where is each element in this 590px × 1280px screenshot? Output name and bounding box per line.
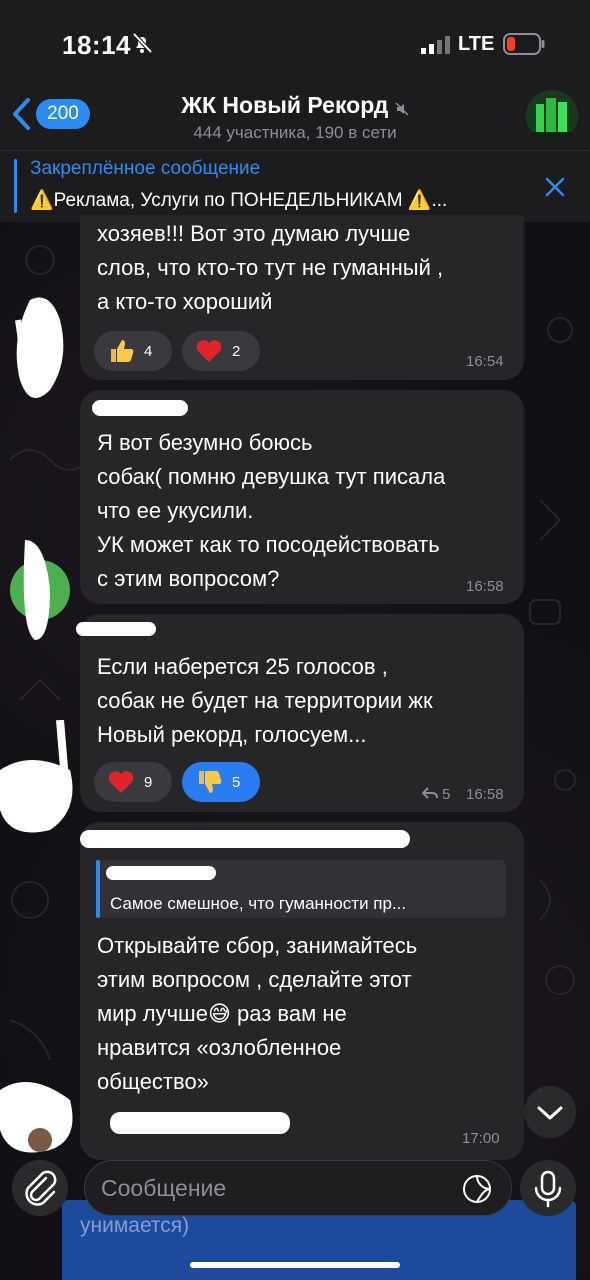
reaction-thumbs-up[interactable]: 4 <box>94 331 172 371</box>
chevron-down-icon <box>537 1106 563 1120</box>
message-time: 16:58 <box>466 578 504 595</box>
bell-off-icon <box>132 32 153 54</box>
pinned-message-bar[interactable]: Закреплённое сообщение ⚠️Реклама, Услуги… <box>0 150 590 222</box>
cell-signal-icon <box>421 36 450 54</box>
network-type: LTE <box>458 33 495 55</box>
heart-icon <box>196 340 222 362</box>
reaction-heart[interactable]: 2 <box>182 331 260 371</box>
pinned-indicator <box>14 159 17 213</box>
battery-icon <box>503 33 545 55</box>
overlay-text: унимается) <box>80 1214 190 1237</box>
message-text: Я вот безумно боюсь собак( помню девушка… <box>97 430 446 591</box>
chat-subtitle: 444 участника, 190 в сети <box>193 123 397 142</box>
chat-title: ЖК Новый Рекорд <box>181 92 389 118</box>
chat-header: 200 ЖК Новый Рекорд 444 участника, 190 в… <box>0 90 590 150</box>
sender-avatar-redacted <box>15 297 64 398</box>
sender-name-redacted <box>80 830 410 848</box>
message-text: Если наберется 25 голосов , собак не буд… <box>97 654 433 747</box>
sticker-icon[interactable] <box>461 1173 493 1205</box>
reply-arrow-icon <box>422 787 438 799</box>
pinned-title: Закреплённое сообщение <box>30 158 261 179</box>
message-bubble[interactable]: Если наберется 25 голосов , собак не буд… <box>76 614 524 812</box>
reply-count: 5 <box>442 786 451 803</box>
status-time: 18:14 <box>62 30 131 60</box>
building-avatar-image <box>526 90 578 142</box>
reaction-redacted <box>110 1112 290 1134</box>
reply-indicator <box>96 860 100 918</box>
reaction-heart[interactable]: 9 <box>94 762 172 802</box>
heart-icon <box>108 771 134 793</box>
message-text: хозяев!!! Вот это думаю лучше слов, что … <box>97 221 444 314</box>
message-input[interactable]: Сообщение <box>84 1160 512 1216</box>
close-icon[interactable] <box>543 175 567 199</box>
sender-avatar-redacted <box>0 1082 73 1153</box>
message-time: 17:00 <box>462 1130 500 1147</box>
microphone-icon <box>534 1170 562 1208</box>
chat-info[interactable]: ЖК Новый Рекорд 444 участника, 190 в сет… <box>0 90 590 143</box>
home-indicator <box>190 1262 400 1268</box>
chat-avatar[interactable] <box>526 90 578 142</box>
message-input-placeholder: Сообщение <box>101 1175 227 1201</box>
message-time: 16:58 <box>466 786 504 803</box>
thumbs-up-icon <box>111 340 134 362</box>
pinned-text: ⚠️Реклама, Услуги по ПОНЕДЕЛЬНИКАМ ⚠️... <box>30 190 448 211</box>
sender-name-redacted <box>76 622 156 636</box>
attach-button[interactable] <box>12 1160 68 1216</box>
sender-avatar-redacted <box>0 720 73 833</box>
reaction-thumbs-down[interactable]: 5 <box>182 762 260 802</box>
thumbs-down-icon <box>199 771 222 793</box>
status-bar: 18:14 LTE <box>0 0 590 90</box>
message-bubble[interactable]: Я вот безумно боюсь собак( помню девушка… <box>80 390 524 604</box>
muted-icon <box>395 102 409 116</box>
reply-sender-redacted <box>106 866 216 880</box>
paperclip-icon <box>25 1170 57 1206</box>
message-text: Открывайте сбор, занимайтесь этим вопрос… <box>97 933 418 1094</box>
quoted-reply[interactable]: Самое смешное, что гуманности пр... <box>96 860 506 918</box>
message-bubble[interactable]: хозяев!!! Вот это думаю лучше слов, что … <box>80 215 524 380</box>
scroll-down-button[interactable] <box>524 1086 576 1138</box>
microphone-button[interactable] <box>520 1160 576 1216</box>
sender-avatar-redacted <box>10 540 70 640</box>
sender-name-redacted <box>92 400 188 416</box>
reply-text: Самое смешное, что гуманности пр... <box>110 894 407 913</box>
message-time: 16:54 <box>466 353 504 370</box>
